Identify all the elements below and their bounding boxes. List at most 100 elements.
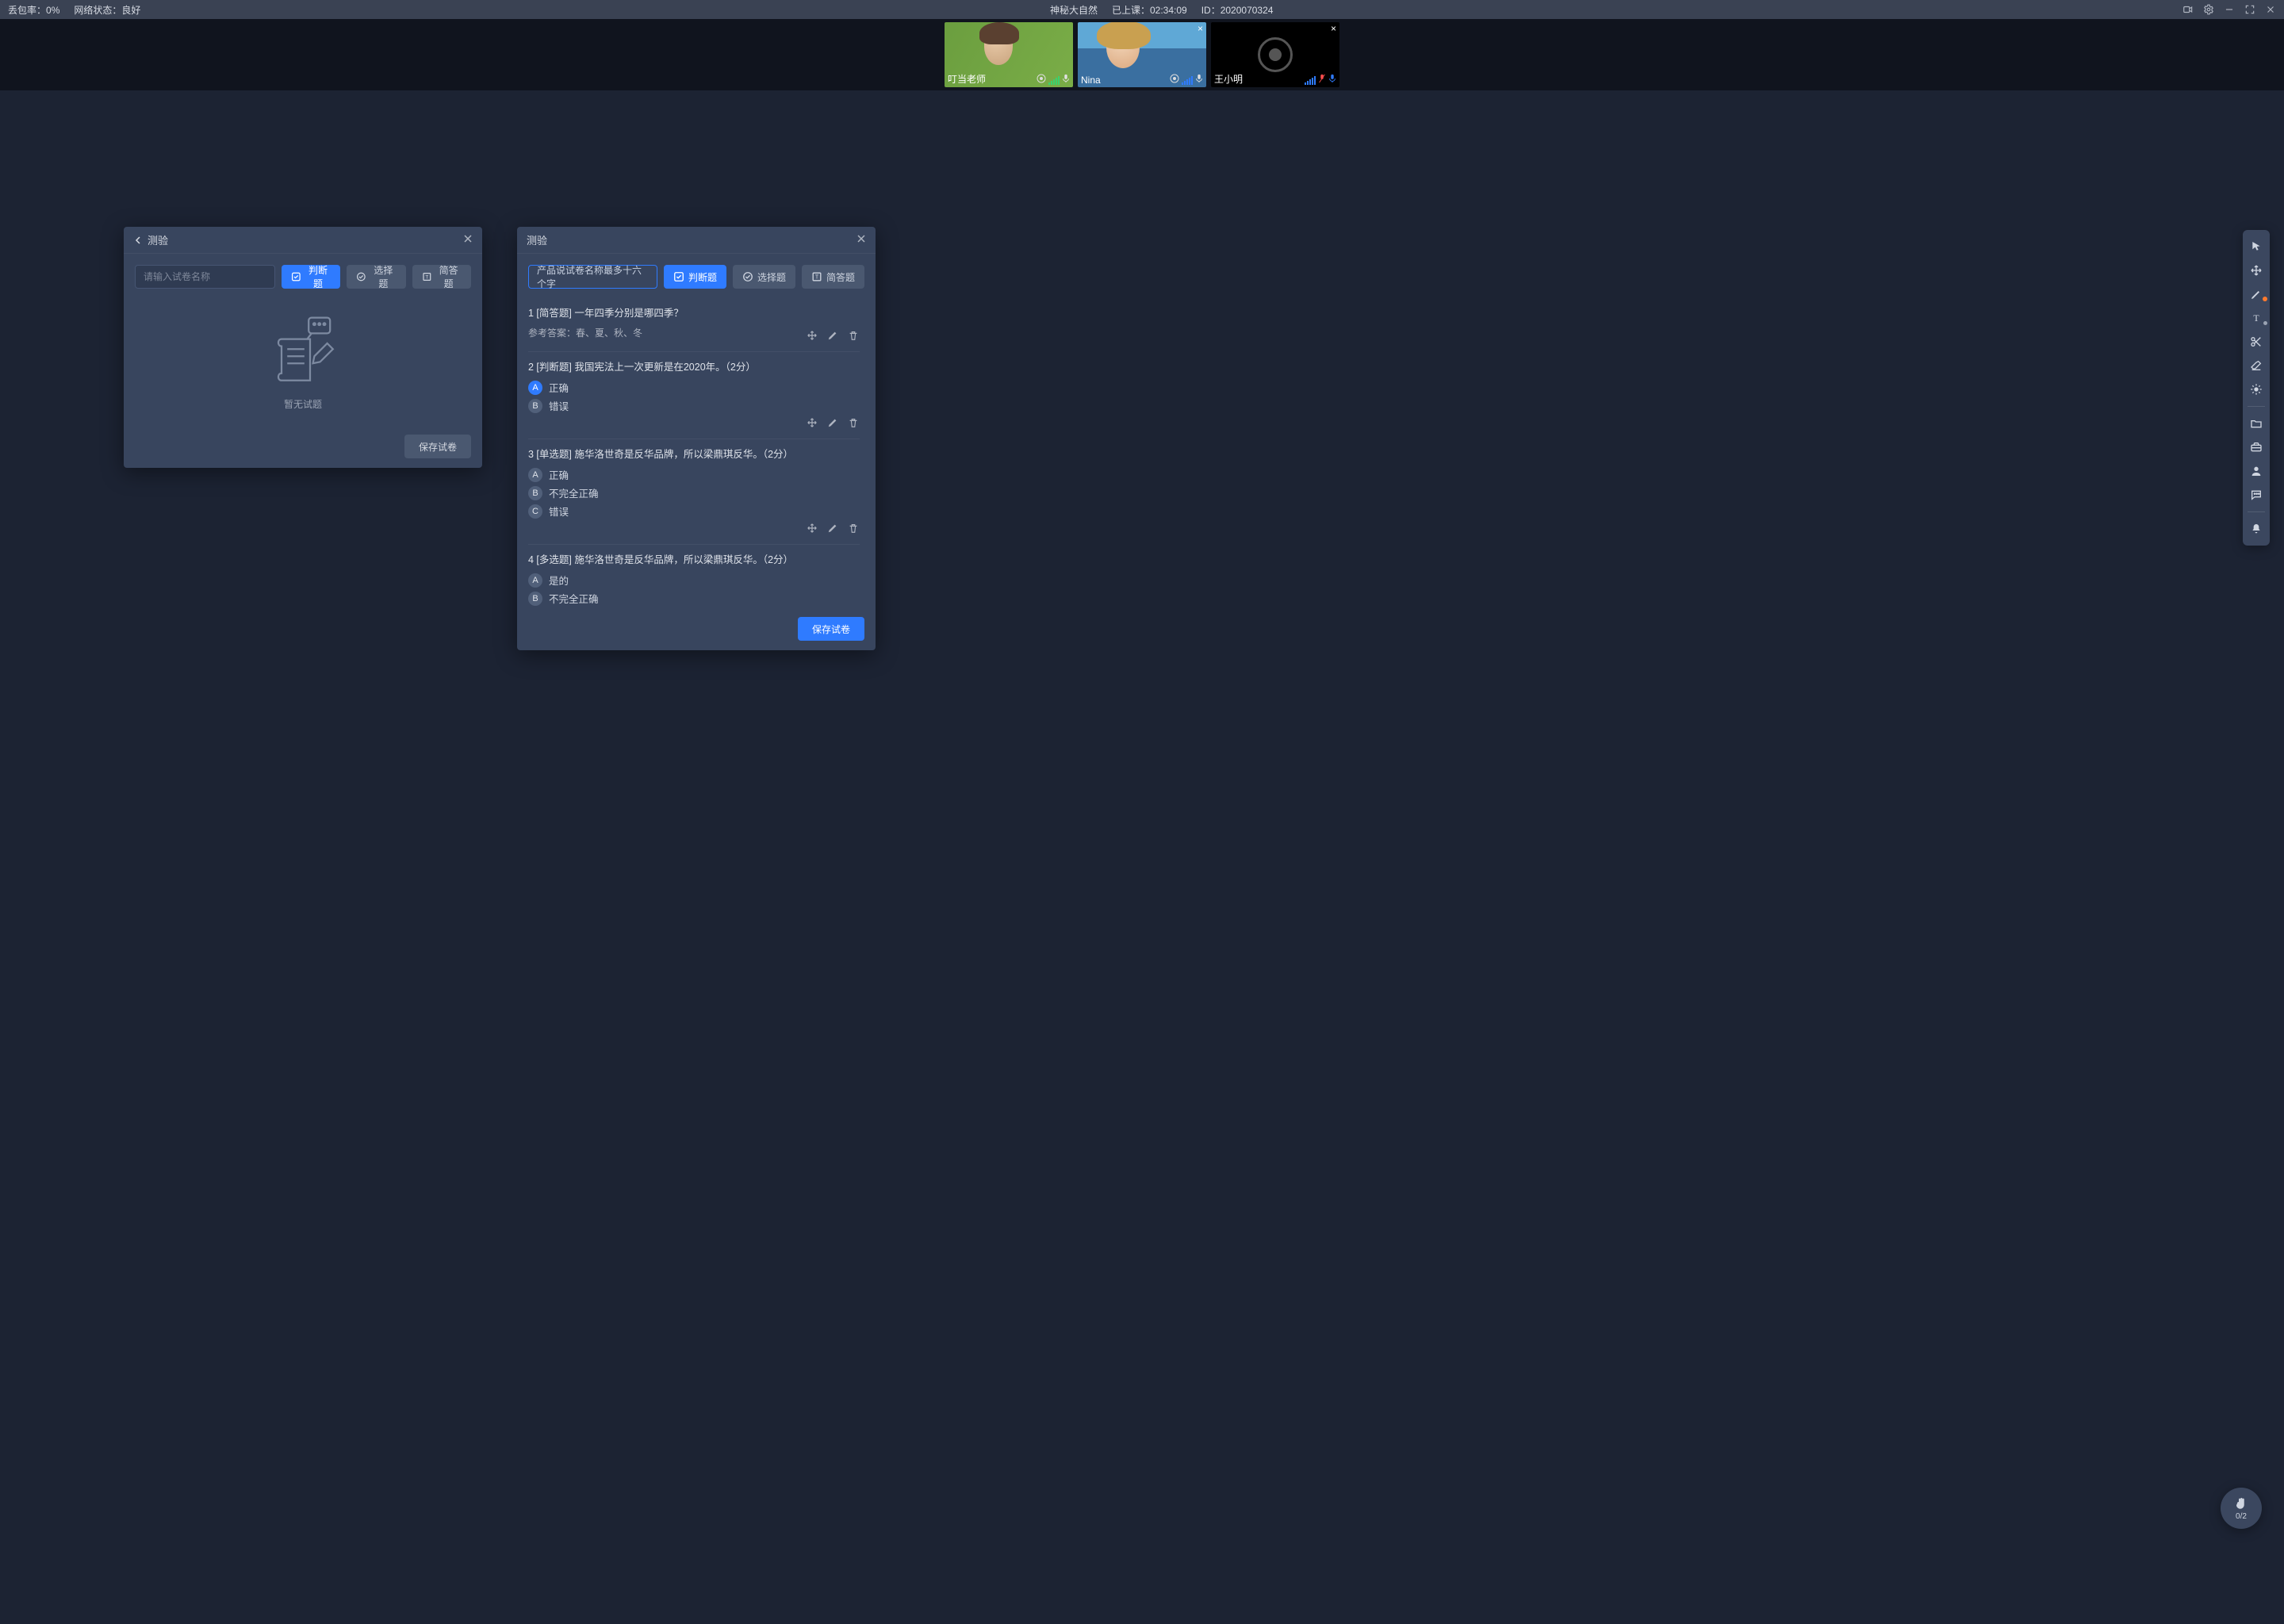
mic-icon (1328, 74, 1336, 86)
brightness-tool-icon[interactable] (2246, 379, 2267, 400)
answer-text: 参考答案：春、夏、秋、冬 (528, 326, 642, 339)
option-letter: A (528, 468, 542, 482)
add-judge-button[interactable]: 判断题 (282, 265, 340, 289)
signal-icon (1182, 75, 1193, 85)
option-letter: C (528, 504, 542, 519)
text-tool-icon[interactable]: T (2246, 308, 2267, 328)
question-block: 4 [多选题] 施华洛世奇是反华品牌，所以梁鼎琪反华。（2分）A是的B不完全正确… (528, 545, 860, 609)
video-tile-student[interactable]: × Nina (1078, 22, 1206, 87)
add-choice-button[interactable]: 选择题 (347, 265, 405, 289)
edit-question-icon[interactable] (826, 522, 839, 534)
bell-icon[interactable] (2246, 519, 2267, 539)
close-icon[interactable] (856, 234, 866, 246)
question-block: 1 [简答题] 一年四季分别是哪四季？ 参考答案：春、夏、秋、冬 (528, 298, 860, 352)
eraser-tool-icon[interactable] (2246, 355, 2267, 376)
option-row[interactable]: C 错误 (528, 504, 860, 519)
hand-raise-count: 0/2 (2236, 1512, 2247, 1521)
delete-question-icon[interactable] (847, 329, 860, 342)
mic-icon (1195, 74, 1203, 86)
add-judge-button[interactable]: 判断题 (664, 265, 726, 289)
tool-panel: T (2243, 230, 2270, 546)
option-row[interactable]: B不完全正确 (528, 591, 860, 606)
video-close-icon[interactable]: × (1198, 24, 1203, 33)
save-quiz-button[interactable]: 保存试卷 (798, 617, 864, 641)
save-quiz-button[interactable]: 保存试卷 (404, 435, 471, 458)
user-icon[interactable] (2246, 461, 2267, 481)
add-choice-button[interactable]: 选择题 (733, 265, 795, 289)
quiz-dialog-filled: 测验 产品说试卷名称最多十六个字 判断题 选择题 T 简答题 1 [简答题] 一… (517, 227, 876, 650)
option-text: 是的 (549, 573, 569, 588)
folder-icon[interactable] (2246, 413, 2267, 434)
video-name: 叮当老师 (948, 72, 986, 86)
move-tool-icon[interactable] (2246, 260, 2267, 281)
lesson-title: 神秘大自然 (1050, 3, 1098, 17)
quiz-name-input[interactable]: 产品说试卷名称最多十六个字 (528, 265, 657, 289)
top-status-bar: 丢包率：0% 网络状态：良好 神秘大自然 已上课：02:34:09 ID：202… (0, 0, 2284, 19)
option-row[interactable]: A正确 (528, 467, 860, 482)
add-short-answer-button[interactable]: T 简答题 (412, 265, 471, 289)
option-row[interactable]: B 错误 (528, 398, 860, 413)
question-list[interactable]: 1 [简答题] 一年四季分别是哪四季？ 参考答案：春、夏、秋、冬 2 [判断题] 我… (528, 298, 864, 609)
settings-icon[interactable] (2203, 4, 2214, 15)
move-question-icon[interactable] (806, 329, 818, 342)
option-text: 错误 (549, 398, 569, 413)
question-title: 2 [判断题] 我国宪法上一次更新是在2020年。（2分） (528, 358, 860, 373)
video-close-icon[interactable]: × (1331, 24, 1336, 33)
record-icon[interactable] (2182, 4, 2194, 15)
close-icon[interactable] (463, 234, 473, 246)
option-row[interactable]: A正确 (528, 380, 860, 395)
packet-loss: 丢包率：0% (8, 3, 59, 17)
session-id: ID：2020070324 (1201, 3, 1274, 17)
video-strip: 叮当老师 × Nina × 王小明 (0, 19, 2284, 90)
hand-icon (2234, 1496, 2248, 1511)
quiz-dialog-empty: 测验 判断题 选择题 T 简答题 (124, 227, 482, 468)
video-tile-camera-off[interactable]: × 王小明 (1211, 22, 1339, 87)
svg-text:T: T (425, 274, 428, 280)
dialog-title: 测验 (527, 232, 856, 247)
maximize-icon[interactable] (2244, 4, 2255, 15)
dialog-title: 测验 (148, 232, 463, 247)
record-dot-icon (1037, 74, 1046, 86)
add-short-answer-button[interactable]: T 简答题 (802, 265, 864, 289)
question-title: 1 [简答题] 一年四季分别是哪四季？ (528, 304, 860, 320)
option-row[interactable]: A 是的 (528, 573, 860, 588)
scissors-tool-icon[interactable] (2246, 331, 2267, 352)
pen-tool-icon[interactable] (2246, 284, 2267, 304)
chat-icon[interactable] (2246, 485, 2267, 505)
option-letter: B (528, 486, 542, 500)
option-text: 不完全正确 (549, 485, 599, 500)
svg-text:T: T (815, 275, 819, 281)
edit-question-icon[interactable] (826, 416, 839, 429)
separator (2248, 511, 2265, 512)
delete-question-icon[interactable] (847, 522, 860, 534)
video-name: Nina (1081, 75, 1101, 86)
camera-off-icon (1258, 37, 1293, 72)
close-window-icon[interactable] (2265, 4, 2276, 15)
option-letter: B (528, 592, 542, 606)
option-letter: A (528, 573, 542, 588)
option-text: 错误 (549, 504, 569, 519)
separator (2248, 406, 2265, 407)
option-row[interactable]: B 不完全正确 (528, 485, 860, 500)
toolbox-icon[interactable] (2246, 437, 2267, 458)
video-name: 王小明 (1214, 72, 1243, 86)
edit-question-icon[interactable] (826, 329, 839, 342)
option-letter: B (528, 399, 542, 413)
svg-text:T: T (2253, 312, 2259, 324)
option-letter: A (528, 381, 542, 395)
back-icon[interactable] (133, 236, 143, 245)
mic-icon (1062, 74, 1070, 86)
elapsed-time: 已上课：02:34:09 (1112, 3, 1187, 17)
delete-question-icon[interactable] (847, 416, 860, 429)
hand-raise-button[interactable]: 0/2 (2221, 1488, 2262, 1529)
signal-icon (1305, 75, 1316, 85)
move-question-icon[interactable] (806, 416, 818, 429)
move-question-icon[interactable] (806, 522, 818, 534)
cursor-tool-icon[interactable] (2246, 236, 2267, 257)
empty-text: 暂无试题 (284, 397, 322, 411)
record-dot-icon (1170, 74, 1179, 86)
video-tile-teacher[interactable]: 叮当老师 (945, 22, 1073, 87)
minimize-icon[interactable] (2224, 4, 2235, 15)
question-block: 3 [单选题] 施华洛世奇是反华品牌，所以梁鼎琪反华。（2分）A正确B不完全正确… (528, 439, 860, 545)
quiz-name-input[interactable] (135, 265, 275, 289)
